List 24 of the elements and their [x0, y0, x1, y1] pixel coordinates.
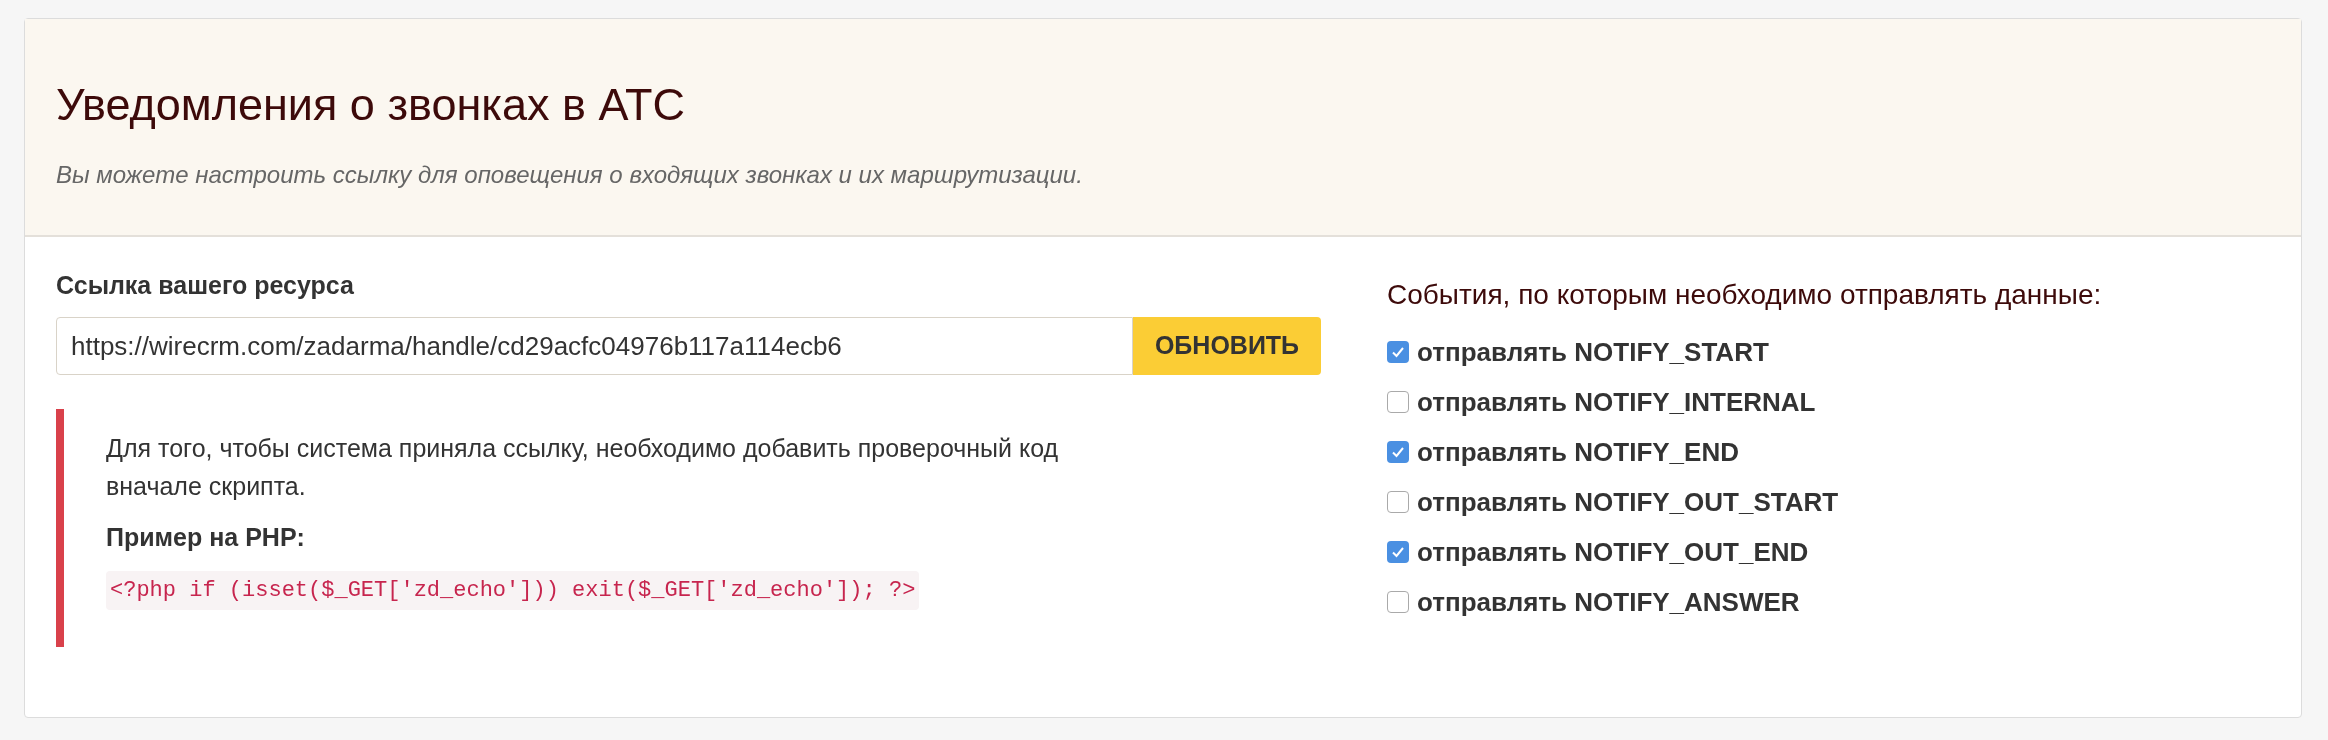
checkbox-label: отправлять NOTIFY_END [1417, 435, 1739, 469]
checkmark-icon [1391, 345, 1405, 359]
checkbox[interactable] [1387, 341, 1409, 363]
checkbox-label: отправлять NOTIFY_OUT_START [1417, 485, 1839, 519]
page-subtitle: Вы можете настроить ссылку для оповещения о входящих звонках и их маршрутизации. [56, 160, 1084, 190]
checkbox[interactable] [1387, 591, 1409, 613]
checkbox-label: отправлять NOTIFY_ANSWER [1417, 585, 1800, 619]
checkmark-icon [1391, 445, 1405, 459]
checkbox-label: отправлять NOTIFY_OUT_END [1417, 535, 1809, 569]
code-snippet: <?php if (isset($_GET['zd_echo'])) exit($_GET['zd_echo']); ?> [106, 570, 920, 610]
url-input-field[interactable]: https://wirecrm.com/zadarma/handle/cd29acfc04976b117a114ecb6 [56, 317, 1133, 375]
example-label: Пример на PHP: [106, 522, 306, 553]
update-button[interactable]: ОБНОВИТЬ [1133, 317, 1321, 375]
page-title: Уведомления о звонках в АТС [56, 78, 686, 132]
events-heading: События, по которым необходимо отправлять данные: [1387, 278, 2102, 312]
checkbox[interactable] [1387, 441, 1409, 463]
field-label: Ссылка вашего ресурса [56, 270, 355, 301]
checkbox[interactable] [1387, 491, 1409, 513]
checkmark-icon [1391, 545, 1405, 559]
checkbox[interactable] [1387, 391, 1409, 413]
checkbox[interactable] [1387, 541, 1409, 563]
note-text: Для того, чтобы система приняла ссылку, необходимо добавить проверочный код вначале скрипта. [106, 433, 1060, 502]
checkbox-label: отправлять NOTIFY_INTERNAL [1417, 385, 1816, 419]
checkbox-label: отправлять NOTIFY_START [1417, 335, 1769, 369]
